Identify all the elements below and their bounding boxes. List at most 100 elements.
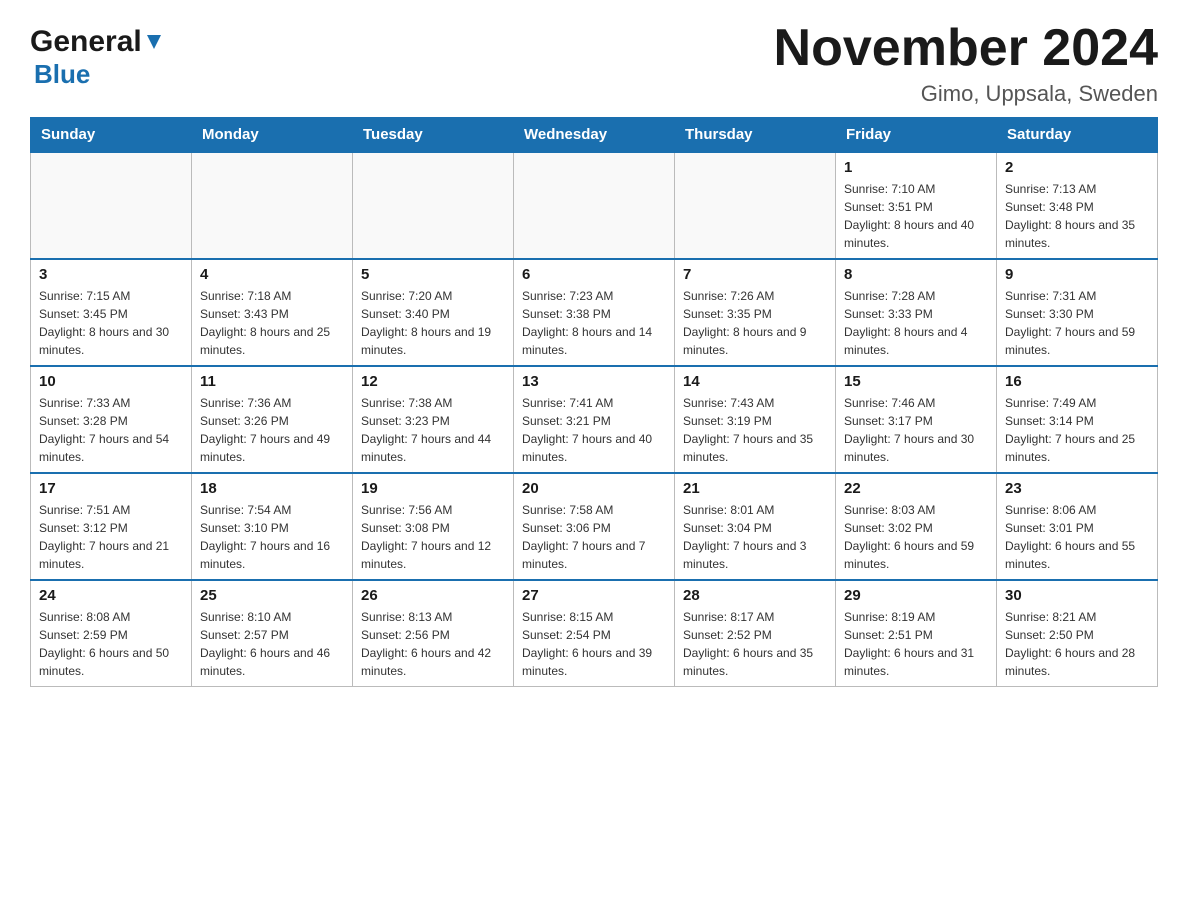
day-number: 17 <box>39 480 183 497</box>
day-info: Sunrise: 7:46 AMSunset: 3:17 PMDaylight:… <box>844 394 988 466</box>
calendar-cell-w4-d4: 28Sunrise: 8:17 AMSunset: 2:52 PMDayligh… <box>675 580 836 687</box>
day-info: Sunrise: 7:26 AMSunset: 3:35 PMDaylight:… <box>683 287 827 359</box>
title-block: November 2024 Gimo, Uppsala, Sweden <box>774 20 1158 107</box>
day-info: Sunrise: 7:49 AMSunset: 3:14 PMDaylight:… <box>1005 394 1149 466</box>
day-number: 26 <box>361 587 505 604</box>
calendar-cell-w4-d2: 26 Sunrise: 8:13 AMSunset: 2:56 PMDayligh… <box>353 580 514 687</box>
logo-blue-text: Blue <box>34 59 90 89</box>
col-monday: Monday <box>192 118 353 153</box>
day-info: Sunrise: 7:43 AMSunset: 3:19 PMDaylight:… <box>683 394 827 466</box>
calendar-cell-w2-d5: 15Sunrise: 7:46 AMSunset: 3:17 PMDayligh… <box>836 366 997 473</box>
day-number: 30 <box>1005 587 1149 604</box>
day-number: 29 <box>844 587 988 604</box>
day-info: Sunrise: 7:13 AMSunset: 3:48 PMDaylight:… <box>1005 180 1149 252</box>
day-info: Sunrise: 7:33 AMSunset: 3:28 PMDaylight:… <box>39 394 183 466</box>
calendar-cell-w2-d6: 16 Sunrise: 7:49 AMSunset: 3:14 PMDayligh… <box>997 366 1158 473</box>
day-info: Sunrise: 7:38 AMSunset: 3:23 PMDaylight:… <box>361 394 505 466</box>
calendar-cell-w3-d2: 19 Sunrise: 7:56 AMSunset: 3:08 PMDayligh… <box>353 473 514 580</box>
page-header: General Blue November 2024 Gimo, Uppsala… <box>30 20 1158 107</box>
calendar-cell-w1-d4: 7Sunrise: 7:26 AMSunset: 3:35 PMDaylight… <box>675 259 836 366</box>
day-info: Sunrise: 8:03 AMSunset: 3:02 PMDaylight:… <box>844 501 988 573</box>
calendar-cell-w0-d0 <box>31 152 192 259</box>
day-number: 14 <box>683 373 827 390</box>
day-info: Sunrise: 8:10 AMSunset: 2:57 PMDaylight:… <box>200 608 344 680</box>
calendar-cell-w1-d6: 9 Sunrise: 7:31 AMSunset: 3:30 PMDaylight… <box>997 259 1158 366</box>
day-number: 12 <box>361 373 505 390</box>
col-sunday: Sunday <box>31 118 192 153</box>
day-number: 5 <box>361 266 505 283</box>
day-info: Sunrise: 7:28 AMSunset: 3:33 PMDaylight:… <box>844 287 988 359</box>
week-row-3: 17 Sunrise: 7:51 AMSunset: 3:12 PMDayligh… <box>31 473 1158 580</box>
day-number: 21 <box>683 480 827 497</box>
day-number: 8 <box>844 266 988 283</box>
day-info: Sunrise: 8:19 AMSunset: 2:51 PMDaylight:… <box>844 608 988 680</box>
calendar-cell-w1-d1: 4Sunrise: 7:18 AMSunset: 3:43 PMDaylight… <box>192 259 353 366</box>
calendar-cell-w3-d0: 17 Sunrise: 7:51 AMSunset: 3:12 PMDayligh… <box>31 473 192 580</box>
calendar-cell-w1-d5: 8 Sunrise: 7:28 AMSunset: 3:33 PMDaylight… <box>836 259 997 366</box>
calendar-cell-w3-d5: 22 Sunrise: 8:03 AMSunset: 3:02 PMDayligh… <box>836 473 997 580</box>
calendar-cell-w2-d2: 12 Sunrise: 7:38 AMSunset: 3:23 PMDayligh… <box>353 366 514 473</box>
calendar-cell-w0-d1 <box>192 152 353 259</box>
day-info: Sunrise: 7:51 AMSunset: 3:12 PMDaylight:… <box>39 501 183 573</box>
day-info: Sunrise: 8:15 AMSunset: 2:54 PMDaylight:… <box>522 608 666 680</box>
calendar-cell-w0-d4 <box>675 152 836 259</box>
logo-general-text: General <box>30 25 142 59</box>
day-number: 11 <box>200 373 344 390</box>
day-number: 13 <box>522 373 666 390</box>
calendar-cell-w2-d4: 14 Sunrise: 7:43 AMSunset: 3:19 PMDayligh… <box>675 366 836 473</box>
week-row-4: 24 Sunrise: 8:08 AMSunset: 2:59 PMDayligh… <box>31 580 1158 687</box>
day-number: 24 <box>39 587 183 604</box>
day-number: 23 <box>1005 480 1149 497</box>
day-number: 16 <box>1005 373 1149 390</box>
calendar-cell-w3-d1: 18 Sunrise: 7:54 AMSunset: 3:10 PMDayligh… <box>192 473 353 580</box>
day-info: Sunrise: 7:31 AMSunset: 3:30 PMDaylight:… <box>1005 287 1149 359</box>
calendar-cell-w4-d1: 25 Sunrise: 8:10 AMSunset: 2:57 PMDayligh… <box>192 580 353 687</box>
calendar-cell-w2-d3: 13 Sunrise: 7:41 AMSunset: 3:21 PMDayligh… <box>514 366 675 473</box>
calendar-cell-w4-d5: 29 Sunrise: 8:19 AMSunset: 2:51 PMDayligh… <box>836 580 997 687</box>
week-row-1: 3 Sunrise: 7:15 AMSunset: 3:45 PMDaylight… <box>31 259 1158 366</box>
calendar-subtitle: Gimo, Uppsala, Sweden <box>774 81 1158 107</box>
day-number: 19 <box>361 480 505 497</box>
col-friday: Friday <box>836 118 997 153</box>
calendar-cell-w4-d0: 24 Sunrise: 8:08 AMSunset: 2:59 PMDayligh… <box>31 580 192 687</box>
day-number: 28 <box>683 587 827 604</box>
day-info: Sunrise: 8:06 AMSunset: 3:01 PMDaylight:… <box>1005 501 1149 573</box>
day-number: 9 <box>1005 266 1149 283</box>
day-info: Sunrise: 7:56 AMSunset: 3:08 PMDaylight:… <box>361 501 505 573</box>
calendar-header-row: Sunday Monday Tuesday Wednesday Thursday… <box>31 118 1158 153</box>
day-info: Sunrise: 7:10 AMSunset: 3:51 PMDaylight:… <box>844 180 988 252</box>
calendar-cell-w3-d4: 21 Sunrise: 8:01 AMSunset: 3:04 PMDayligh… <box>675 473 836 580</box>
day-info: Sunrise: 7:15 AMSunset: 3:45 PMDaylight:… <box>39 287 183 359</box>
calendar-cell-w0-d6: 2 Sunrise: 7:13 AMSunset: 3:48 PMDaylight… <box>997 152 1158 259</box>
day-info: Sunrise: 8:01 AMSunset: 3:04 PMDaylight:… <box>683 501 827 573</box>
calendar-cell-w3-d6: 23 Sunrise: 8:06 AMSunset: 3:01 PMDayligh… <box>997 473 1158 580</box>
col-wednesday: Wednesday <box>514 118 675 153</box>
calendar-cell-w2-d0: 10 Sunrise: 7:33 AMSunset: 3:28 PMDayligh… <box>31 366 192 473</box>
day-number: 25 <box>200 587 344 604</box>
calendar-cell-w4-d3: 27 Sunrise: 8:15 AMSunset: 2:54 PMDayligh… <box>514 580 675 687</box>
calendar-cell-w0-d5: 1 Sunrise: 7:10 AMSunset: 3:51 PMDaylight… <box>836 152 997 259</box>
calendar-cell-w4-d6: 30Sunrise: 8:21 AMSunset: 2:50 PMDayligh… <box>997 580 1158 687</box>
calendar-cell-w2-d1: 11Sunrise: 7:36 AMSunset: 3:26 PMDayligh… <box>192 366 353 473</box>
day-number: 18 <box>200 480 344 497</box>
calendar-table: Sunday Monday Tuesday Wednesday Thursday… <box>30 117 1158 687</box>
day-info: Sunrise: 7:18 AMSunset: 3:43 PMDaylight:… <box>200 287 344 359</box>
day-number: 27 <box>522 587 666 604</box>
col-tuesday: Tuesday <box>353 118 514 153</box>
col-thursday: Thursday <box>675 118 836 153</box>
day-info: Sunrise: 7:41 AMSunset: 3:21 PMDaylight:… <box>522 394 666 466</box>
calendar-cell-w1-d2: 5 Sunrise: 7:20 AMSunset: 3:40 PMDaylight… <box>353 259 514 366</box>
day-info: Sunrise: 8:08 AMSunset: 2:59 PMDaylight:… <box>39 608 183 680</box>
day-number: 1 <box>844 159 988 176</box>
day-info: Sunrise: 7:54 AMSunset: 3:10 PMDaylight:… <box>200 501 344 573</box>
week-row-0: 1 Sunrise: 7:10 AMSunset: 3:51 PMDaylight… <box>31 152 1158 259</box>
col-saturday: Saturday <box>997 118 1158 153</box>
day-number: 2 <box>1005 159 1149 176</box>
day-number: 3 <box>39 266 183 283</box>
day-info: Sunrise: 7:20 AMSunset: 3:40 PMDaylight:… <box>361 287 505 359</box>
week-row-2: 10 Sunrise: 7:33 AMSunset: 3:28 PMDayligh… <box>31 366 1158 473</box>
day-number: 22 <box>844 480 988 497</box>
day-info: Sunrise: 8:13 AMSunset: 2:56 PMDaylight:… <box>361 608 505 680</box>
day-number: 20 <box>522 480 666 497</box>
day-number: 10 <box>39 373 183 390</box>
